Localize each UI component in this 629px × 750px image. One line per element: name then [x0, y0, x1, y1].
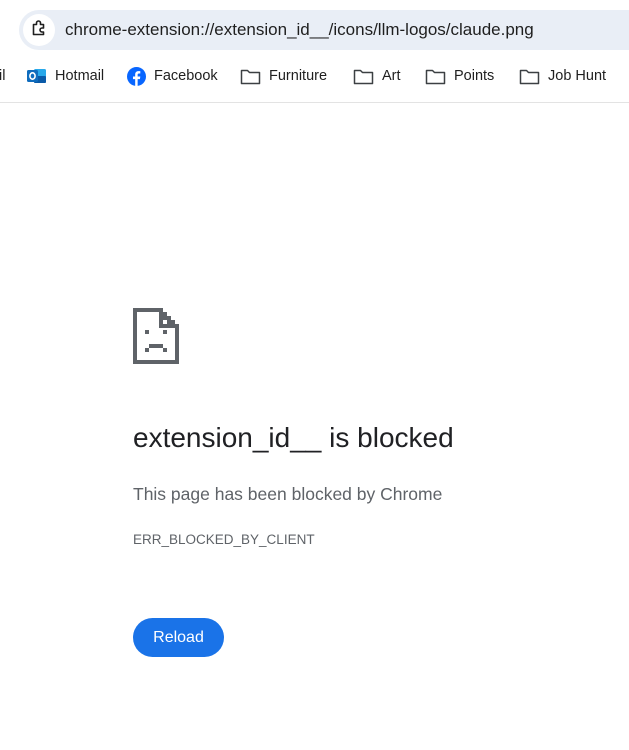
bookmark-label: Points — [454, 68, 495, 84]
error-code: ERR_BLOCKED_BY_CLIENT — [133, 532, 315, 547]
bookmark-folder-job-hunt[interactable]: Job Hunt — [519, 62, 606, 90]
folder-icon — [240, 68, 261, 85]
bookmark-partial[interactable]: il — [0, 62, 5, 90]
url-text[interactable]: chrome-extension://extension_id__/icons/… — [65, 10, 534, 50]
bookmark-hotmail[interactable]: Hotmail — [27, 62, 104, 90]
bookmark-label: il — [0, 68, 6, 84]
bookmark-folder-points[interactable]: Points — [425, 62, 494, 90]
bookmark-label: Job Hunt — [548, 68, 607, 84]
error-subtitle: This page has been blocked by Chrome — [133, 484, 443, 504]
folder-icon — [353, 68, 374, 85]
sad-page-icon — [133, 308, 179, 364]
outlook-icon — [27, 67, 47, 85]
extension-puzzle-icon — [30, 19, 48, 42]
bookmark-facebook[interactable]: Facebook — [127, 62, 218, 90]
bookmark-folder-furniture[interactable]: Furniture — [240, 62, 327, 90]
folder-icon — [519, 68, 540, 85]
address-bar[interactable]: chrome-extension://extension_id__/icons/… — [19, 10, 629, 50]
bookmarks-bar: il Hotmail Facebook Furniture Art Points… — [0, 62, 629, 90]
site-info-button[interactable] — [23, 14, 55, 46]
error-title: extension_id__ is blocked — [133, 422, 454, 453]
bookmark-label: Hotmail — [55, 68, 105, 84]
bookmark-label: Art — [382, 68, 401, 84]
bookmark-folder-art[interactable]: Art — [353, 62, 401, 90]
bookmark-label: Furniture — [269, 68, 328, 84]
facebook-icon — [127, 66, 146, 86]
bookmark-label: Facebook — [154, 68, 218, 84]
reload-button[interactable]: Reload — [133, 618, 224, 657]
browser-toolbar: chrome-extension://extension_id__/icons/… — [0, 0, 629, 103]
folder-icon — [425, 68, 446, 85]
